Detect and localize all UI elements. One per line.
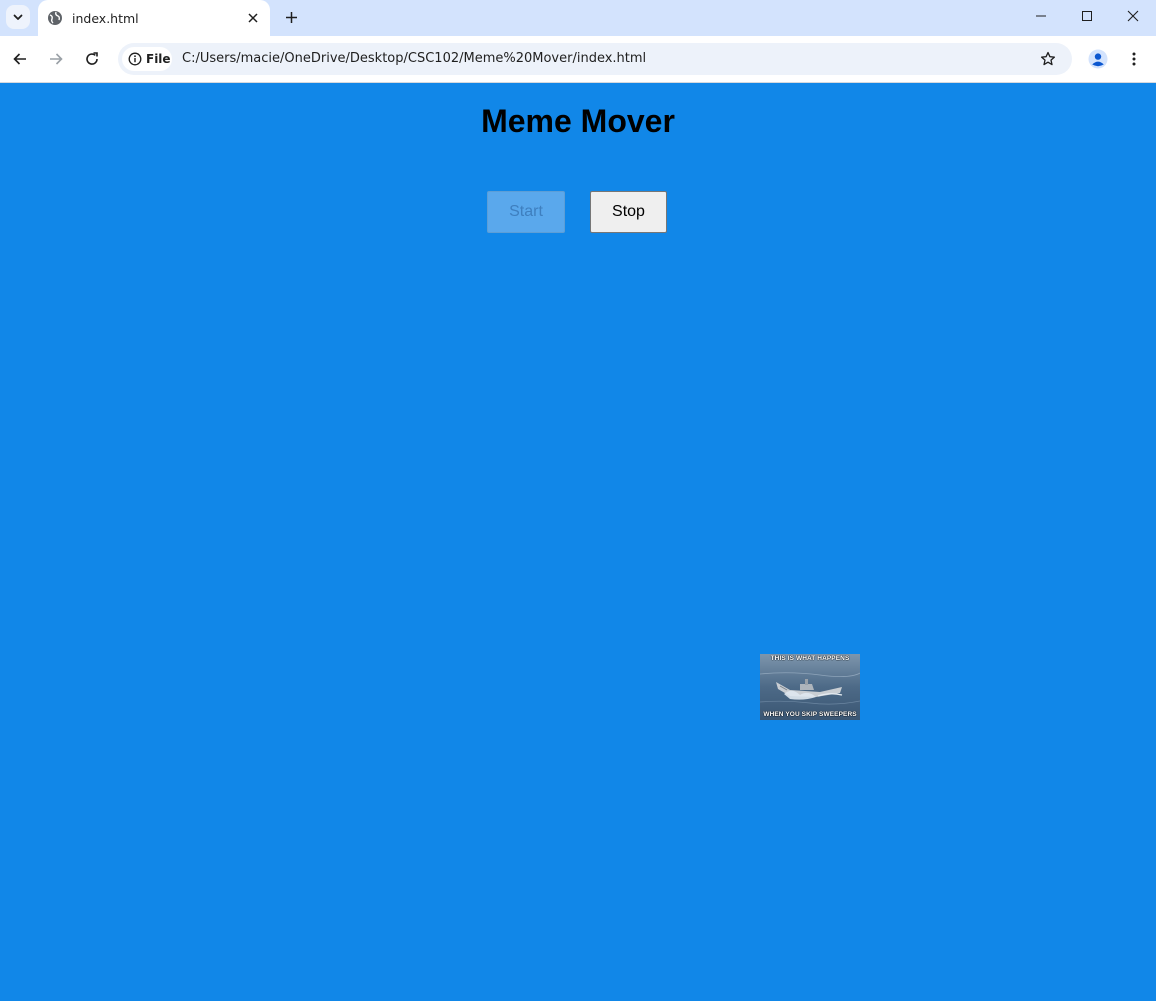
minimize-button[interactable] <box>1026 3 1056 29</box>
tab-title: index.html <box>72 10 139 26</box>
minimize-icon <box>1036 15 1046 17</box>
stop-button[interactable]: Stop <box>590 191 667 233</box>
bookmark-button[interactable] <box>1034 45 1062 73</box>
browser-tab[interactable]: index.html <box>38 0 270 36</box>
star-icon <box>1040 51 1056 66</box>
chevron-down-icon <box>13 14 23 20</box>
page-title: Meme Mover <box>481 103 675 139</box>
maximize-button[interactable] <box>1072 3 1102 29</box>
site-chip-label: File <box>146 52 171 66</box>
address-bar[interactable]: File C:/Users/macie/OneDrive/Desktop/CSC… <box>118 43 1072 75</box>
avatar-icon <box>1088 49 1108 69</box>
arrow-left-icon <box>13 53 26 65</box>
reload-icon <box>86 52 98 65</box>
forward-button[interactable] <box>42 45 70 73</box>
close-tab-button[interactable] <box>243 8 263 28</box>
meme-top-caption: THIS IS WHAT HAPPENS <box>770 655 850 662</box>
meme-image: THIS IS WHAT HAPPENS WHEN YOU SKIP SWEEP… <box>760 654 860 720</box>
browser-toolbar: File C:/Users/macie/OneDrive/Desktop/CSC… <box>0 36 1156 83</box>
page-viewport: Meme Mover Start Stop THIS IS WHAT HAPPE… <box>0 83 1156 1001</box>
maximize-icon <box>1082 11 1092 21</box>
close-window-button[interactable] <box>1118 3 1148 29</box>
new-tab-button[interactable] <box>280 6 302 28</box>
url-text[interactable]: C:/Users/macie/OneDrive/Desktop/CSC102/M… <box>182 51 646 66</box>
close-icon <box>248 13 258 23</box>
arrow-right-icon <box>50 53 63 65</box>
back-button[interactable] <box>6 45 34 73</box>
more-vertical-icon <box>1132 52 1136 66</box>
tab-search-button[interactable] <box>6 5 30 29</box>
meme-bottom-caption: WHEN YOU SKIP SWEEPERS <box>763 711 857 718</box>
start-button[interactable]: Start <box>487 191 565 233</box>
plus-icon <box>285 11 297 23</box>
profile-button[interactable] <box>1084 45 1112 73</box>
tab-strip: index.html <box>0 0 1156 36</box>
site-info-chip[interactable]: File <box>122 47 172 71</box>
info-icon <box>128 52 142 66</box>
close-icon <box>1127 10 1139 22</box>
globe-icon <box>47 10 63 26</box>
menu-button[interactable] <box>1120 45 1148 73</box>
reload-button[interactable] <box>78 45 106 73</box>
